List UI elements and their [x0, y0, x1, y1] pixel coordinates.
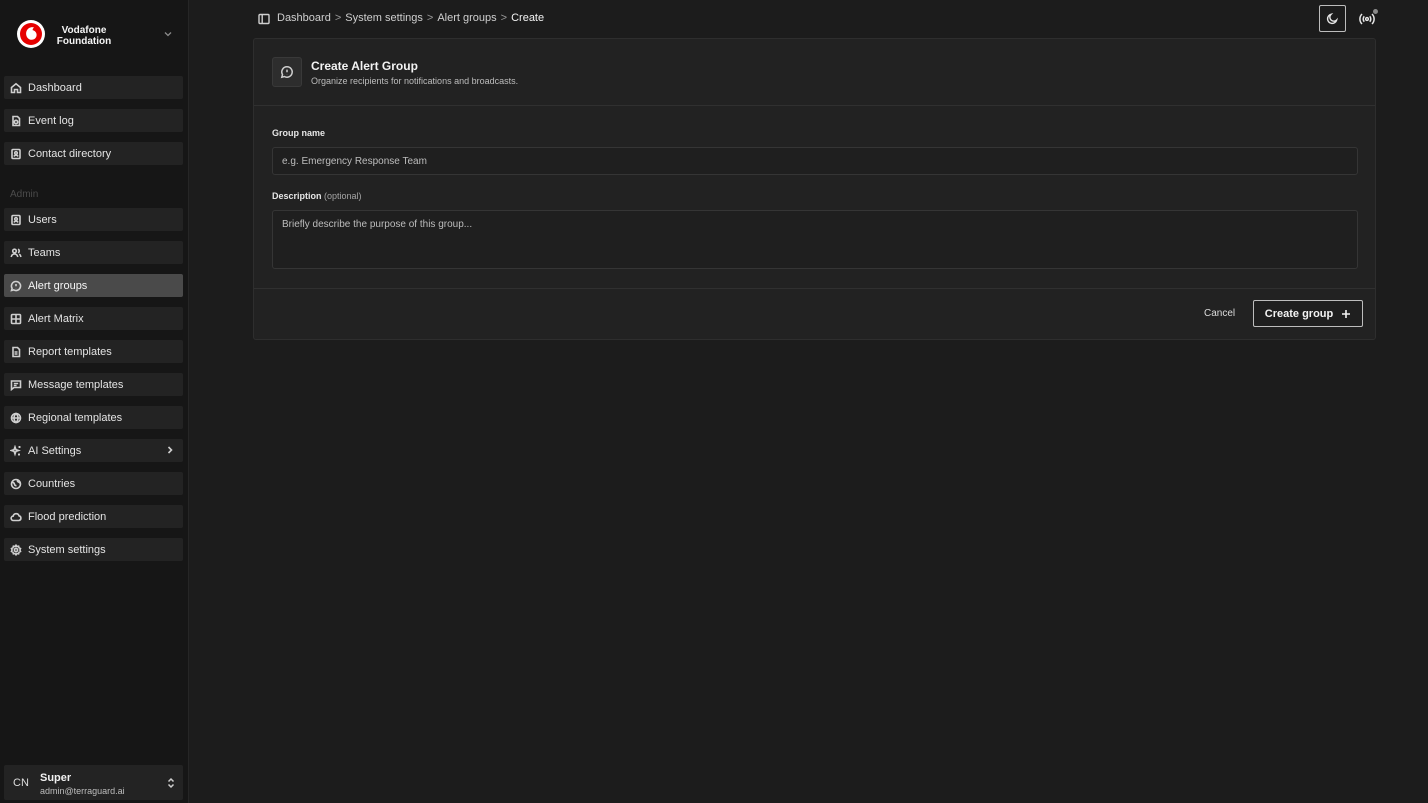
moon-icon: [1326, 12, 1339, 25]
sidebar-item-message-templates[interactable]: Message templates: [4, 373, 183, 396]
cloud-icon: [10, 511, 22, 523]
sidebar-item-countries[interactable]: Countries: [4, 472, 183, 495]
admin-section-label: Admin: [10, 189, 39, 200]
card-footer: Cancel Create group: [254, 288, 1375, 340]
sidebar-item-label: Dashboard: [28, 81, 82, 94]
sidebar-item-label: Alert Matrix: [28, 312, 84, 325]
sidebar-item-label: AI Settings: [28, 444, 82, 457]
plus-icon: [1341, 309, 1351, 319]
user-menu[interactable]: CN Super admin@terraguard.ai: [4, 765, 183, 800]
description-label: Description (optional): [272, 191, 362, 201]
sidebar-item-label: Users: [28, 213, 57, 226]
sidebar-item-label: System settings: [28, 543, 106, 556]
gear-icon: [10, 543, 22, 556]
earth-icon: [10, 478, 22, 490]
description-label-text: Description: [272, 191, 322, 201]
home-icon: [10, 82, 22, 94]
breadcrumb: Dashboard > System settings > Alert grou…: [277, 12, 544, 24]
sidebar: Vodafone Foundation Dashboard Event log …: [0, 0, 189, 803]
grid-icon: [10, 313, 22, 325]
sidebar-item-label: Event log: [28, 114, 74, 127]
users-icon: [10, 247, 22, 259]
description-textarea[interactable]: [272, 210, 1358, 269]
sidebar-item-label: Teams: [28, 246, 61, 259]
sidebar-item-alert-matrix[interactable]: Alert Matrix: [4, 307, 183, 330]
broadcast-button[interactable]: [1356, 9, 1378, 29]
theme-toggle-button[interactable]: [1319, 5, 1346, 32]
sidebar-item-alert-groups[interactable]: Alert groups: [4, 274, 183, 297]
chevrons-up-down-icon: [166, 777, 176, 789]
sidebar-toggle-icon[interactable]: [258, 13, 270, 25]
organization-name: Vodafone Foundation: [49, 25, 119, 47]
sidebar-item-flood-prediction[interactable]: Flood prediction: [4, 505, 183, 528]
breadcrumb-item-system-settings[interactable]: System settings: [345, 12, 423, 24]
file-report-icon: [10, 346, 22, 358]
user-name: Super: [40, 772, 72, 784]
message-square-icon: [10, 379, 22, 391]
notification-dot: [1373, 9, 1378, 14]
create-group-label: Create group: [1264, 307, 1334, 320]
sidebar-item-users[interactable]: Users: [4, 208, 183, 231]
card-header: Create Alert Group Organize recipients f…: [254, 39, 1375, 106]
sidebar-item-label: Alert groups: [28, 279, 88, 292]
chevron-right-icon: [165, 445, 175, 455]
breadcrumb-separator: >: [500, 12, 508, 24]
sidebar-item-label: Flood prediction: [28, 510, 107, 523]
globe-icon: [10, 411, 22, 424]
sparkles-icon: [10, 444, 22, 457]
event-log-icon: [10, 115, 22, 127]
message-alert-icon: [10, 280, 22, 292]
breadcrumb-item-alert-groups[interactable]: Alert groups: [437, 12, 496, 24]
group-name-label: Group name: [272, 128, 326, 138]
avatar: CN: [13, 777, 29, 789]
optional-note: (optional): [324, 191, 362, 201]
sidebar-item-label: Contact directory: [28, 147, 112, 160]
breadcrumb-separator: >: [426, 12, 434, 24]
cancel-button[interactable]: Cancel: [1204, 308, 1235, 319]
chevron-down-icon: [162, 28, 174, 40]
user-book-icon: [10, 214, 22, 226]
create-alert-group-card: Create Alert Group Organize recipients f…: [253, 38, 1376, 340]
vodafone-logo-icon: [17, 20, 45, 48]
organization-name-line1: Vodafone: [61, 25, 107, 36]
breadcrumb-item-current: Create: [511, 12, 545, 24]
sidebar-item-label: Report templates: [28, 345, 112, 358]
organization-switcher[interactable]: Vodafone Foundation: [4, 16, 184, 56]
organization-name-line2: Foundation: [56, 36, 112, 47]
sidebar-item-report-templates[interactable]: Report templates: [4, 340, 183, 363]
sidebar-item-label: Regional templates: [28, 411, 123, 424]
sidebar-item-dashboard[interactable]: Dashboard: [4, 76, 183, 99]
page-subtitle: Organize recipients for notifications an…: [311, 76, 519, 86]
message-alert-icon: [272, 57, 302, 87]
sidebar-item-label: Message templates: [28, 378, 124, 391]
create-group-button[interactable]: Create group: [1253, 300, 1363, 327]
contact-book-icon: [10, 148, 22, 160]
breadcrumb-item-dashboard[interactable]: Dashboard: [277, 12, 331, 24]
user-email: admin@terraguard.ai: [40, 786, 125, 796]
sidebar-item-regional-templates[interactable]: Regional templates: [4, 406, 183, 429]
sidebar-item-system-settings[interactable]: System settings: [4, 538, 183, 561]
page-title: Create Alert Group: [311, 59, 418, 73]
group-name-input[interactable]: [272, 147, 1358, 175]
breadcrumb-separator: >: [334, 12, 342, 24]
sidebar-item-teams[interactable]: Teams: [4, 241, 183, 264]
sidebar-item-event-log[interactable]: Event log: [4, 109, 183, 132]
sidebar-item-label: Countries: [28, 477, 76, 490]
sidebar-item-contact-directory[interactable]: Contact directory: [4, 142, 183, 165]
sidebar-item-ai-settings[interactable]: AI Settings: [4, 439, 183, 462]
